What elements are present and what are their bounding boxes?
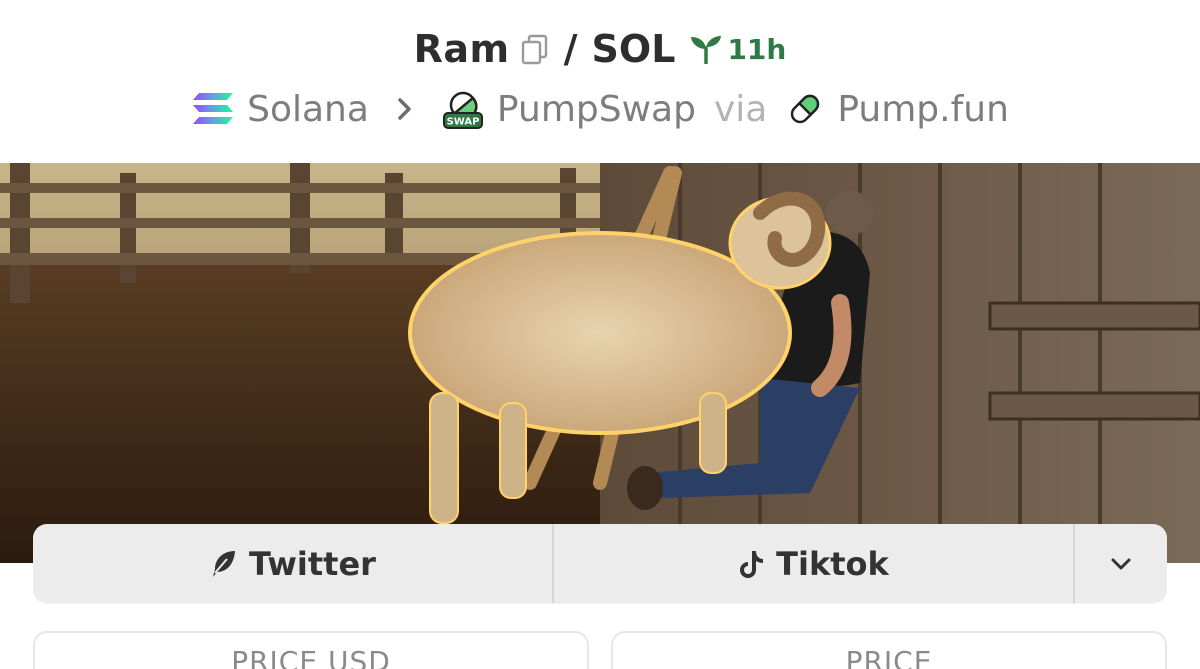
pumpfun-pill-icon xyxy=(791,94,820,124)
quote-symbol: SOL xyxy=(591,27,676,71)
pair-age: 11h xyxy=(689,33,786,66)
svg-text:SWAP: SWAP xyxy=(446,117,479,128)
tiktok-label: Tiktok xyxy=(776,544,889,583)
price-usd-card: PRICE USD xyxy=(33,631,589,669)
price-usd-label: PRICE USD xyxy=(231,645,391,669)
tiktok-link-button[interactable]: Tiktok xyxy=(554,524,1075,603)
token-name: Ram xyxy=(413,27,510,71)
tiktok-icon xyxy=(740,550,764,578)
pair-meta: Solana SWAP PumpSwap via Pump.fun xyxy=(0,86,1200,132)
dex-name[interactable]: PumpSwap xyxy=(497,89,696,130)
solana-logo-icon xyxy=(193,93,234,124)
price-label: PRICE xyxy=(845,645,933,669)
launchpad-name[interactable]: Pump.fun xyxy=(837,89,1009,130)
via-text: via xyxy=(713,88,768,130)
feather-icon xyxy=(213,550,236,577)
twitter-link-button[interactable]: Twitter xyxy=(33,524,554,603)
chain-name[interactable]: Solana xyxy=(247,89,369,130)
pair-separator: / xyxy=(563,27,578,71)
token-banner-image xyxy=(0,163,1200,563)
social-links-bar: Twitter Tiktok xyxy=(33,524,1167,603)
price-card: PRICE xyxy=(611,631,1167,669)
chevron-down-icon xyxy=(1111,558,1131,569)
pumpswap-logo-icon: SWAP xyxy=(442,91,483,129)
more-links-button[interactable] xyxy=(1075,524,1167,603)
twitter-label: Twitter xyxy=(249,544,376,583)
age-text: 11h xyxy=(727,32,787,66)
pair-title: Ram / SOL 11h xyxy=(0,26,1200,72)
chevron-right-icon xyxy=(398,98,411,120)
sprout-icon xyxy=(691,36,722,64)
copy-icon[interactable] xyxy=(520,33,550,65)
